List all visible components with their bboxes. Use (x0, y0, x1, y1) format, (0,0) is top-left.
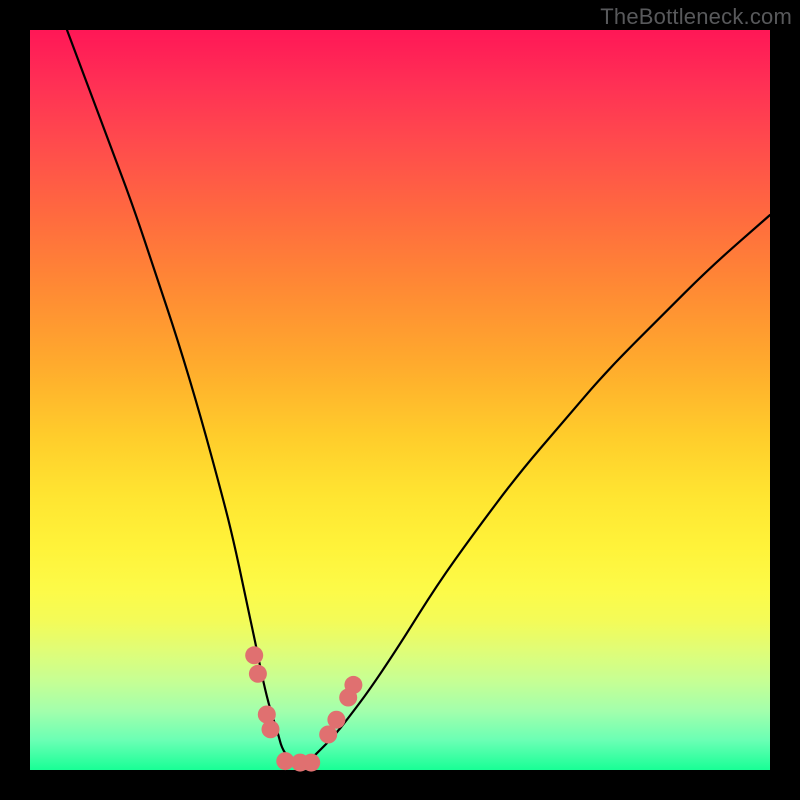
chart-frame: TheBottleneck.com (0, 0, 800, 800)
data-dot (302, 754, 320, 772)
bottleneck-curve (67, 30, 770, 763)
watermark-text: TheBottleneck.com (600, 4, 792, 30)
data-dot (344, 676, 362, 694)
data-dot (245, 646, 263, 664)
data-dots (245, 646, 362, 771)
data-dot (249, 665, 267, 683)
curve-layer (30, 30, 770, 770)
data-dot (327, 711, 345, 729)
data-dot (262, 720, 280, 738)
